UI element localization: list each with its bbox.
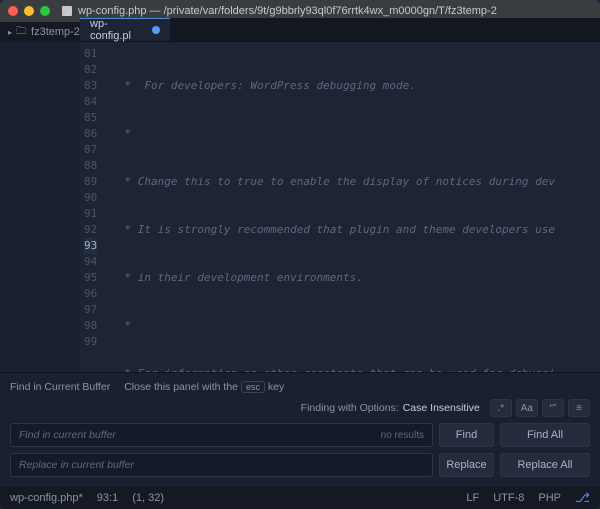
editor-window: wp-config.php — /private/var/folders/9t/… [0,0,600,509]
code-line: * in their development environments. [105,270,600,286]
window-title: wp-config.php — /private/var/folders/9t/… [78,5,592,17]
line-number: 87 [84,142,97,158]
status-encoding[interactable]: UTF-8 [493,492,524,504]
code-line: * [105,126,600,142]
find-button[interactable]: Find [439,423,494,447]
project-name: fz3temp-2 [31,26,80,38]
line-number: 88 [84,158,97,174]
code-line: * For information on other constants tha… [105,366,600,372]
close-icon[interactable] [8,6,18,16]
find-panel: Find in Current Buffer Close this panel … [0,372,600,487]
line-number: 93 [84,238,97,254]
line-number: 85 [84,110,97,126]
status-bar: wp-config.php* 93:1 (1, 32) LF UTF-8 PHP… [0,487,600,509]
code-line: * [105,318,600,334]
status-cursor[interactable]: 93:1 [97,492,118,504]
folder-icon: 🗀 [16,24,26,41]
find-case-option: Case Insensitive [403,402,480,414]
replace-all-button[interactable]: Replace All [500,453,590,477]
line-number: 96 [84,286,97,302]
tab-modified-icon [152,26,160,34]
status-eol[interactable]: LF [466,492,479,504]
esc-key-icon: esc [241,381,265,393]
gutter: 81 82 83 84 85 86 87 88 89 90 91 92 93 9… [80,42,105,372]
opt-selection-button[interactable]: ≡ [568,399,590,417]
line-number: 81 [84,46,97,62]
code-line: * For developers: WordPress debugging mo… [105,78,600,94]
line-number: 94 [84,254,97,270]
line-number: 84 [84,94,97,110]
opt-regex-button[interactable]: .* [490,399,512,417]
tabbar: wp-config.pl [80,18,600,42]
opt-wholeword-button[interactable]: “” [542,399,564,417]
minimize-icon[interactable] [24,6,34,16]
replace-input[interactable]: Replace in current buffer [10,453,433,477]
line-number: 91 [84,206,97,222]
window-controls [8,6,50,16]
status-selection[interactable]: (1, 32) [132,492,164,504]
tab-label: wp-config.pl [90,18,146,42]
line-number: 83 [84,78,97,94]
find-title: Find in Current Buffer [10,381,110,393]
git-branch-icon[interactable]: ⎇ [575,490,590,506]
document-icon [62,6,72,16]
tree-view[interactable] [0,42,80,372]
find-close-hint: Close this panel with the esc key [124,381,284,393]
line-number: 95 [84,270,97,286]
tab-wp-config[interactable]: wp-config.pl [80,18,170,41]
line-number: 86 [84,126,97,142]
code-line: * It is strongly recommended that plugin… [105,222,600,238]
opt-case-button[interactable]: Aa [516,399,538,417]
code-line: * Change this to true to enable the disp… [105,174,600,190]
code[interactable]: * For developers: WordPress debugging mo… [105,42,600,372]
line-number: 90 [84,190,97,206]
chevron-right-icon: ▸ [8,28,12,37]
line-number: 97 [84,302,97,318]
find-input[interactable]: Find in current buffer no results [10,423,433,447]
editor[interactable]: 81 82 83 84 85 86 87 88 89 90 91 92 93 9… [80,42,600,372]
find-options-label: Finding with Options: [301,402,399,414]
status-language[interactable]: PHP [538,492,561,504]
main: 81 82 83 84 85 86 87 88 89 90 91 92 93 9… [0,42,600,372]
zoom-icon[interactable] [40,6,50,16]
line-number: 98 [84,318,97,334]
find-all-button[interactable]: Find All [500,423,590,447]
replace-button[interactable]: Replace [439,453,494,477]
line-number: 89 [84,174,97,190]
line-number: 99 [84,334,97,350]
status-file[interactable]: wp-config.php* [10,492,83,504]
find-no-results: no results [381,430,424,441]
line-number: 92 [84,222,97,238]
line-number: 82 [84,62,97,78]
